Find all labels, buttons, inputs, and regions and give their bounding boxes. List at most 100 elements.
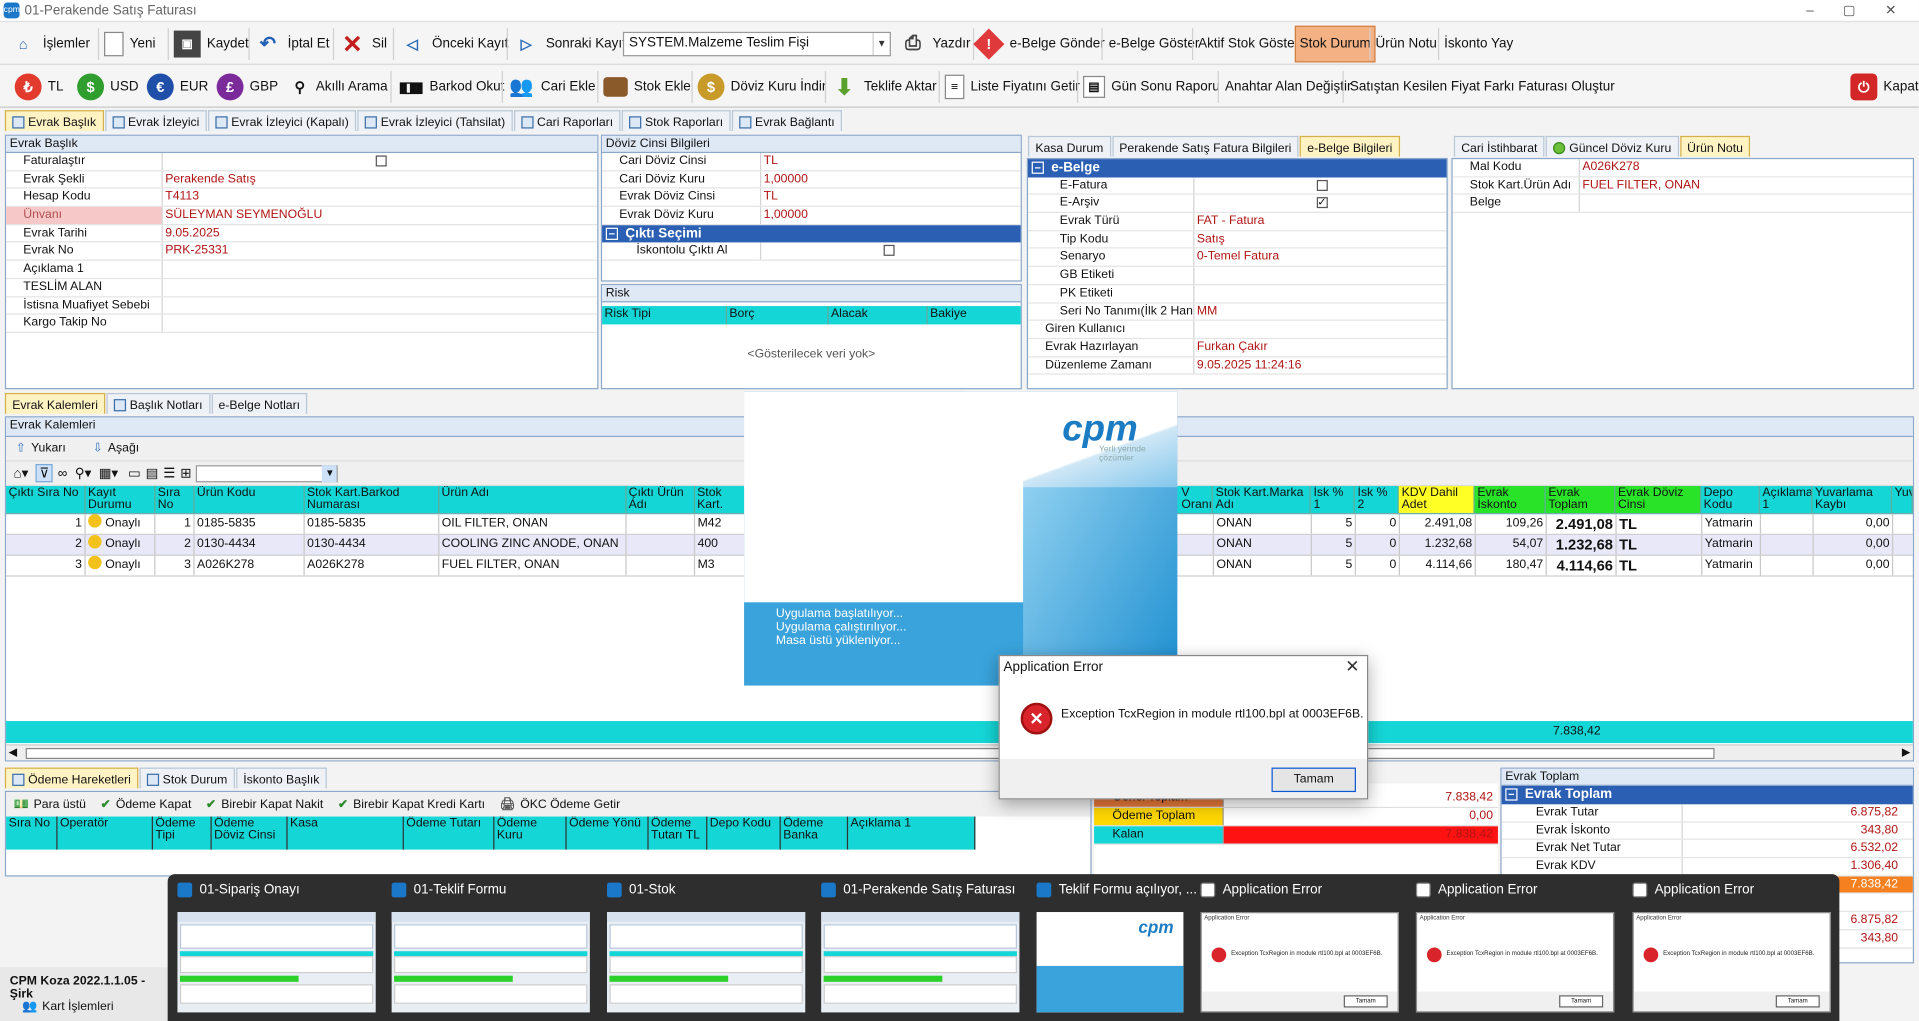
column-header[interactable]: Yuvarlama Kaybı <box>1813 486 1892 513</box>
property-row[interactable]: Mal Kodu A026K278 <box>1452 159 1913 178</box>
property-row[interactable]: Evrak Hazırlayan Furkan Çakır <box>1027 338 1447 357</box>
column-header[interactable]: Çıktı Sıra No <box>6 486 86 513</box>
add-stock-button[interactable]: Stok Ekle <box>603 66 691 108</box>
property-row[interactable]: Stok Kart.Ürün Adı FUEL FILTER, ONAN <box>1452 177 1913 196</box>
taskbar-thumbnail[interactable]: Application Error Application Error Except… <box>1623 874 1838 1021</box>
column-header[interactable]: Depo Kodu <box>1701 486 1760 513</box>
property-value[interactable]: TL <box>761 153 1020 170</box>
tab-stok-durum[interactable]: Stok Durum <box>139 767 235 789</box>
tab-evrak-izleyici-tahsilat[interactable]: Evrak İzleyici (Tahsilat) <box>357 110 513 131</box>
property-row[interactable]: İstisna Muafiyet Sebebi <box>6 296 598 315</box>
kart-islemleri-button[interactable]: 👥 Kart İşlemleri <box>22 1000 114 1013</box>
property-value[interactable] <box>1194 267 1446 284</box>
layout-3-icon[interactable]: ☰ <box>163 465 175 481</box>
arrow-down-icon[interactable]: ⇩ <box>93 442 103 455</box>
column-header[interactable]: V Oranı <box>1179 486 1214 513</box>
column-header[interactable]: Ürün Adı <box>439 486 627 513</box>
exit-button[interactable]: ⏻ Kapat <box>1850 66 1919 108</box>
tab-odeme-hareketleri[interactable]: Ödeme Hareketleri <box>4 767 139 789</box>
tab-ebelge-notlari[interactable]: e-Belge Notları <box>211 392 308 414</box>
property-row[interactable]: Düzenleme Zamanı 9.05.2025 11:24:16 <box>1027 356 1447 375</box>
column-header[interactable]: Depo Kodu <box>707 816 781 850</box>
currency-usd-button[interactable]: $ USD <box>77 66 139 108</box>
property-value[interactable] <box>163 315 597 332</box>
column-header[interactable]: Evrak Döviz Cinsi <box>1615 486 1702 513</box>
column-header[interactable]: İsk % 1 <box>1311 486 1356 513</box>
property-value[interactable] <box>163 297 597 314</box>
property-value[interactable]: PRK-25331 <box>163 243 597 260</box>
print-button[interactable]: ⎙ Yazdır <box>899 23 970 65</box>
property-row[interactable]: Evrak Şekli Perakende Satış <box>6 171 598 189</box>
barcode-scan-button[interactable]: ▮▯▮▮ Barkod Okut <box>397 66 505 108</box>
property-row[interactable]: Cari Döviz Cinsi TL <box>602 153 1021 172</box>
tab-guncel-doviz-kuru[interactable]: Güncel Döviz Kuru <box>1545 135 1679 157</box>
column-header[interactable]: Sıra No <box>155 486 195 513</box>
minimize-icon[interactable]: – <box>1792 1 1829 21</box>
filter-icon[interactable]: ⊽ <box>35 463 53 483</box>
column-header[interactable]: Stok Kart.Marka Adı <box>1213 486 1312 513</box>
new-button[interactable]: Yeni <box>104 23 155 65</box>
chevron-down-icon[interactable]: ▼ <box>322 464 338 482</box>
property-row[interactable]: TESLİM ALAN <box>6 278 598 297</box>
zoom-icon[interactable]: ⚲▾ <box>75 465 92 481</box>
ebelge-category[interactable]: − e-Belge <box>1027 159 1447 178</box>
taskbar-thumbnail[interactable]: 01-Sipariş Onayı <box>168 874 376 1021</box>
tab-cari-raporlari[interactable]: Cari Raporları <box>513 110 621 131</box>
column-header[interactable]: Yuv <box>1892 486 1913 513</box>
column-header[interactable]: Ödeme Döviz Cinsi <box>212 816 288 850</box>
property-row[interactable]: GB Etiketi <box>1027 267 1447 286</box>
property-row[interactable]: Evrak Döviz Kuru 1,00000 <box>602 206 1021 225</box>
currency-gbp-button[interactable]: £ GBP <box>216 66 278 108</box>
column-header[interactable]: Ödeme Tutarı <box>404 816 495 850</box>
grid-view-combo[interactable]: ▼ <box>196 464 339 482</box>
property-value[interactable]: SÜLEYMAN SEYMENOĞLU <box>163 207 597 224</box>
cikti-category[interactable]: − Çıktı Seçimi <box>602 224 1021 243</box>
property-row[interactable]: Tip Kodu Satış <box>1027 231 1447 250</box>
column-header[interactable]: Ödeme Banka <box>781 816 849 850</box>
property-value[interactable] <box>1580 195 1913 212</box>
column-header[interactable]: Risk Tipi <box>602 306 727 325</box>
ok-button[interactable]: Tamam <box>1271 767 1356 793</box>
export-icon[interactable]: ▦▾ <box>99 465 118 481</box>
price-difference-invoice-button[interactable]: Satıştan Kesilen Fiyat Farkı Faturası Ol… <box>1350 66 1615 108</box>
add-customer-button[interactable]: 👥 Cari Ekle <box>508 66 595 108</box>
currency-tl-button[interactable]: ₺ TL <box>14 66 63 108</box>
property-row[interactable]: Evrak Türü FAT - Fatura <box>1027 213 1447 232</box>
property-row[interactable]: Giren Kullanıcı <box>1027 320 1447 339</box>
previous-record-button[interactable]: ◁ Önceki Kayıt <box>399 23 509 65</box>
property-checkbox[interactable]: ✓ <box>1316 197 1328 209</box>
collapse-icon[interactable]: − <box>605 227 619 240</box>
taskbar-thumbnail[interactable]: 01-Stok <box>597 874 806 1021</box>
arrow-up-icon[interactable]: ⇧ <box>16 442 26 455</box>
taskbar-thumbnail[interactable]: 01-Teklif Formu <box>382 874 590 1021</box>
evrak-toplam-category[interactable]: − Evrak Toplam <box>1501 785 1913 805</box>
transfer-to-offer-button[interactable]: ⬇ Teklife Aktar <box>831 66 936 108</box>
tab-evrak-kalemleri[interactable]: Evrak Kalemleri <box>4 392 106 414</box>
property-row[interactable]: Evrak Tarihi 9.05.2025 <box>6 224 598 243</box>
product-note-button[interactable]: Ürün Notu <box>1376 23 1437 65</box>
next-record-button[interactable]: ▷ Sonraki Kayıt <box>513 23 626 65</box>
taskbar-thumbnail[interactable]: 01-Perakende Satış Faturası <box>811 874 1020 1021</box>
ebelge-send-button[interactable]: ! e-Belge Gönder <box>973 23 1105 65</box>
column-header[interactable]: Açıklama 1 <box>848 816 976 850</box>
layout-2-icon[interactable]: ▤ <box>146 465 159 481</box>
property-checkbox[interactable] <box>1316 179 1328 191</box>
property-row[interactable]: PK Etiketi <box>1027 285 1447 303</box>
property-row[interactable]: Evrak No PRK-25331 <box>6 242 598 261</box>
tab-evrak-izleyici[interactable]: Evrak İzleyici <box>104 110 207 131</box>
tab-urun-notu[interactable]: Ürün Notu <box>1679 135 1751 157</box>
property-row[interactable]: Kargo Takip No <box>6 314 598 333</box>
column-header[interactable]: Ödeme Kuru <box>494 816 567 850</box>
column-header[interactable]: Çıktı Ürün Adı <box>626 486 695 513</box>
property-value[interactable] <box>1194 321 1446 338</box>
scroll-right-icon[interactable]: ▶ <box>1902 746 1910 759</box>
close-icon[interactable]: ✕ <box>1872 1 1909 21</box>
column-header[interactable]: Kasa <box>288 816 404 850</box>
property-value[interactable]: 9.05.2025 <box>163 225 597 242</box>
column-header[interactable]: Borç <box>727 306 829 325</box>
horizontal-scrollbar[interactable]: ◀ ▶ <box>6 744 1913 761</box>
tab-evrak-izleyici-kapali[interactable]: Evrak İzleyici (Kapalı) <box>207 110 357 131</box>
property-value[interactable]: A026K278 <box>1580 159 1913 176</box>
odeme-action-button[interactable]: 💵 Para üstü <box>13 798 86 811</box>
property-value[interactable] <box>163 261 597 278</box>
